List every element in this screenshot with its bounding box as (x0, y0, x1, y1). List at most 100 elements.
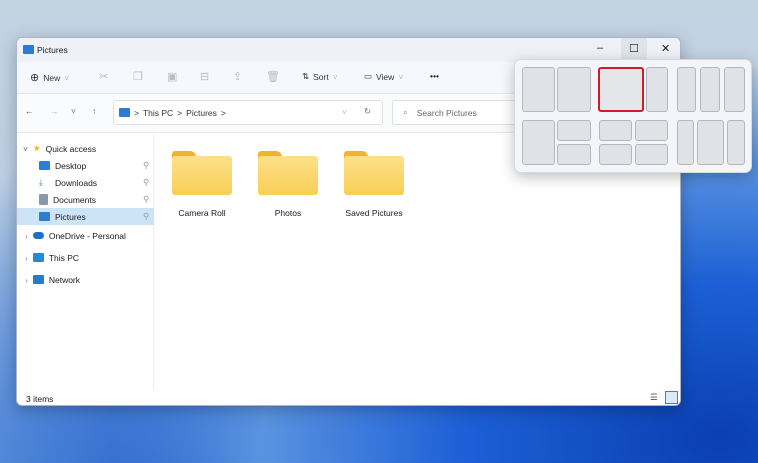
snap-zone-quad-1[interactable] (599, 120, 632, 141)
cut-icon[interactable]: ✂ (99, 70, 108, 83)
desktop-icon (39, 161, 50, 170)
sidebar-label: Desktop (55, 160, 87, 171)
forward-icon[interactable]: → (50, 106, 59, 116)
breadcrumb-separator: > (134, 107, 139, 118)
chevron-down-icon: ˅ (332, 71, 338, 82)
folder-icon (344, 151, 404, 195)
rename-icon[interactable]: ⊟ (200, 70, 209, 83)
tiles-view-icon[interactable] (665, 391, 678, 404)
snap-zone-wide-left-selected[interactable] (598, 67, 644, 112)
search-placeholder: Search Pictures (416, 107, 477, 118)
item-count: 3 items (26, 394, 54, 404)
pictures-icon (119, 108, 130, 117)
breadcrumb-separator: > (177, 107, 183, 118)
snap-zone-col-center[interactable] (697, 120, 724, 165)
new-label: New (43, 72, 61, 83)
snap-zone-half-left[interactable] (522, 67, 555, 112)
copy-icon[interactable]: ❐ (133, 70, 143, 83)
more-options-button[interactable]: ••• (430, 71, 439, 81)
sidebar-label: Network (48, 274, 81, 285)
sort-button[interactable]: ⇅ Sort ˅ (302, 71, 338, 82)
view-button[interactable]: ▭ View ˅ (364, 71, 403, 82)
sidebar-item-pictures[interactable]: Pictures ⚲ (17, 208, 154, 225)
plus-circle-icon: ⊕ (30, 72, 40, 84)
star-icon: ★ (32, 143, 41, 153)
sidebar-item-desktop[interactable]: Desktop ⚲ (17, 157, 154, 174)
sidebar-item-onedrive[interactable]: › OneDrive - Personal (17, 227, 154, 244)
snap-zone-col-left[interactable] (677, 120, 694, 165)
sort-label: Sort (313, 71, 329, 82)
chevron-right-icon: › (25, 274, 28, 285)
folder-icon (258, 151, 318, 195)
snap-zone-right-bottom[interactable] (557, 144, 591, 165)
navigation-pane: ˅ ★ Quick access Desktop ⚲ ⤓ Downloads ⚲ Docu… (17, 133, 154, 391)
paste-icon[interactable]: ▣ (167, 70, 177, 83)
sidebar-item-downloads[interactable]: ⤓ Downloads ⚲ (17, 174, 154, 191)
snap-zone-quad-3[interactable] (599, 144, 632, 165)
view-icon: ▭ (364, 71, 373, 81)
view-label: View (376, 71, 395, 82)
snap-zone-right-top[interactable] (557, 120, 591, 141)
sidebar-item-documents[interactable]: Documents ⚲ (17, 191, 154, 208)
breadcrumb-this-pc[interactable]: This PC (143, 108, 173, 118)
cloud-icon (32, 232, 44, 239)
folder-label: Saved Pictures (345, 208, 403, 218)
snap-zone-third-2[interactable] (700, 67, 720, 112)
folder-label: Photos (274, 208, 302, 218)
refresh-icon[interactable]: ↻ (364, 106, 371, 117)
sidebar-label: This PC (48, 252, 80, 263)
close-button[interactable]: ✕ (661, 42, 670, 55)
share-icon[interactable]: ⇪ (233, 70, 242, 83)
new-button[interactable]: ⊕ New ˅ (30, 71, 69, 84)
minimize-button[interactable]: – (597, 42, 603, 54)
pictures-icon (39, 212, 50, 221)
up-icon[interactable]: ↑ (92, 106, 96, 116)
back-icon[interactable]: ← (25, 106, 34, 116)
pictures-icon (23, 45, 34, 54)
address-bar[interactable]: > This PC > Pictures > ˅ ↻ (113, 100, 383, 125)
breadcrumb-separator: > (220, 107, 226, 118)
snap-layouts-flyout (514, 59, 752, 173)
snap-zone-third-1[interactable] (677, 67, 696, 112)
snap-zone-quad-4[interactable] (635, 144, 668, 165)
sidebar-item-this-pc[interactable]: › This PC (17, 249, 154, 266)
snap-zone-half-right[interactable] (557, 67, 591, 112)
snap-zone-quad-2[interactable] (635, 120, 668, 141)
maximize-button[interactable]: ☐ (621, 38, 647, 60)
chevron-right-icon: › (25, 230, 28, 241)
pin-icon[interactable]: ⚲ (143, 177, 149, 188)
sidebar-item-quick-access[interactable]: ˅ ★ Quick access (17, 140, 154, 157)
network-icon (32, 275, 44, 284)
delete-icon[interactable]: 🗑 (266, 70, 280, 83)
details-view-icon[interactable]: ☰ (650, 392, 658, 403)
snap-zone-narrow-right[interactable] (646, 67, 668, 112)
sidebar-label: Documents (53, 194, 96, 205)
document-icon (39, 194, 48, 205)
chevron-down-icon: ˅ (64, 72, 70, 83)
pin-icon[interactable]: ⚲ (143, 194, 149, 205)
snap-zone-third-3[interactable] (724, 67, 745, 112)
folder-label: Camera Roll (178, 208, 226, 218)
pin-icon[interactable]: ⚲ (143, 160, 149, 171)
download-icon: ⤓ (39, 177, 43, 187)
sidebar-label: OneDrive - Personal (48, 230, 126, 241)
window-title: Pictures (37, 45, 68, 55)
sort-icon: ⇅ (302, 71, 310, 81)
snap-zone-left-full[interactable] (522, 120, 555, 165)
recent-chevron-icon[interactable]: ˅ (71, 106, 76, 116)
breadcrumb-pictures[interactable]: Pictures (186, 108, 217, 118)
chevron-down-icon: ˅ (398, 71, 404, 82)
sidebar-item-network[interactable]: › Network (17, 271, 154, 288)
status-bar: 3 items ☰ (17, 391, 680, 405)
sidebar-label: Quick access (45, 143, 97, 154)
chevron-down-icon: ˅ (23, 143, 28, 154)
address-dropdown-icon[interactable]: ˅ (342, 107, 347, 117)
sidebar-label: Downloads (55, 177, 98, 188)
snap-zone-col-right[interactable] (727, 120, 745, 165)
pin-icon[interactable]: ⚲ (143, 211, 149, 222)
computer-icon (32, 253, 44, 262)
folder-icon (172, 151, 232, 195)
search-icon: ⌕ (403, 107, 408, 117)
chevron-right-icon: › (25, 252, 28, 263)
sidebar-label: Pictures (55, 211, 86, 222)
